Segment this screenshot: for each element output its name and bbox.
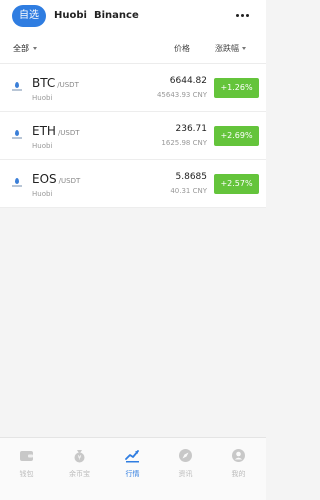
exchange-name: Huobi [32, 142, 53, 150]
exchange-name: Huobi [32, 94, 53, 102]
last-price: 236.71 [175, 124, 208, 134]
nav-label: 资讯 [178, 470, 193, 478]
coin-symbol: EOS/USDT [32, 172, 81, 186]
compass-icon [179, 449, 192, 462]
nav-label: 钱包 [19, 470, 34, 478]
sort-change-label: 涨跌幅 [215, 44, 239, 53]
svg-text:¥: ¥ [78, 455, 82, 462]
change-badge[interactable]: +1.26% [214, 78, 259, 98]
nav-label: 行情 [125, 470, 140, 478]
cny-price: 40.31 CNY [170, 187, 207, 195]
last-price: 6644.82 [169, 76, 207, 86]
change-badge[interactable]: +2.69% [214, 126, 259, 146]
cny-price: 45643.93 CNY [156, 91, 207, 99]
column-header-bar: 全部 价格 涨跌幅 [0, 34, 266, 64]
last-price: 5.8685 [175, 172, 208, 182]
quote-currency: /USDT [57, 81, 79, 89]
nav-label: 我的 [231, 470, 246, 478]
caret-down-icon [33, 47, 37, 50]
exchange-logo-icon [12, 130, 22, 140]
market-row-btc[interactable]: BTC/USDT Huobi 6644.82 45643.93 CNY +1.2… [0, 64, 266, 112]
coin-symbol: BTC/USDT [32, 76, 79, 90]
quote-currency: /USDT [57, 129, 80, 137]
caret-down-icon [242, 47, 246, 50]
coin-symbol: ETH/USDT [32, 124, 80, 138]
sort-change[interactable]: 涨跌幅 [215, 43, 246, 54]
coin-bag-icon: ¥ [74, 450, 85, 463]
quote-currency: /USDT [58, 177, 81, 185]
profile-icon [232, 449, 245, 462]
nav-market[interactable]: 行情 [106, 444, 159, 494]
wallet-icon [20, 451, 33, 461]
top-tab-bar: 自选 Huobi Binance [0, 0, 266, 34]
nav-wallet[interactable]: 钱包 [0, 444, 53, 494]
tab-huobi[interactable]: Huobi [54, 5, 87, 27]
market-row-eos[interactable]: EOS/USDT Huobi 5.8685 40.31 CNY +2.57% [0, 160, 266, 208]
cny-price: 1625.98 CNY [161, 139, 207, 147]
nav-coin-bag[interactable]: ¥ 余币宝 [53, 444, 106, 494]
more-horizontal-icon[interactable] [236, 14, 250, 18]
nav-profile[interactable]: 我的 [212, 444, 265, 494]
tab-binance[interactable]: Binance [94, 5, 139, 27]
market-list: BTC/USDT Huobi 6644.82 45643.93 CNY +1.2… [0, 64, 266, 208]
exchange-logo-icon [12, 178, 22, 188]
exchange-name: Huobi [32, 190, 53, 198]
market-row-eth[interactable]: ETH/USDT Huobi 236.71 1625.98 CNY +2.69% [0, 112, 266, 160]
tab-watchlist[interactable]: 自选 [12, 5, 46, 27]
filter-all-dropdown[interactable]: 全部 [13, 43, 37, 54]
exchange-logo-icon [12, 82, 22, 92]
nav-news[interactable]: 资讯 [159, 444, 212, 494]
change-badge[interactable]: +2.57% [214, 174, 259, 194]
filter-all-label: 全部 [13, 44, 29, 53]
nav-label: 余币宝 [69, 470, 90, 478]
sort-price[interactable]: 价格 [174, 43, 190, 54]
market-chart-icon [125, 450, 139, 463]
bottom-nav-bar: 钱包 ¥ 余币宝 行情 资讯 我的 [0, 437, 266, 500]
